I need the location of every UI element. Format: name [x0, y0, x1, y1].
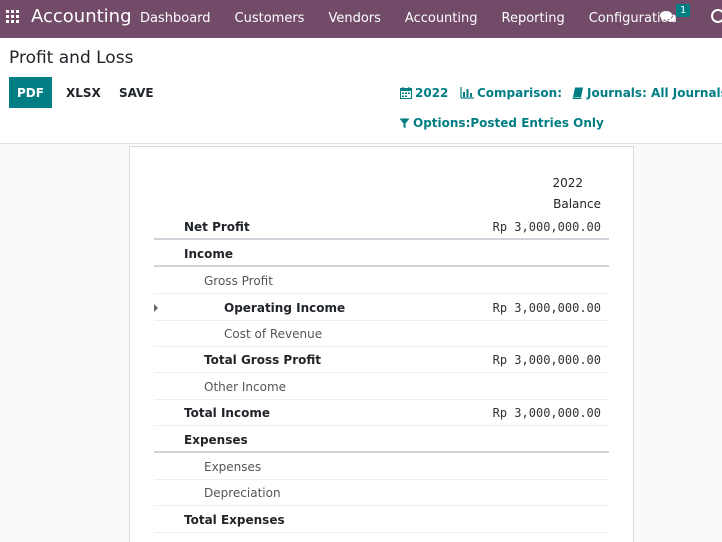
row-total-expenses: Total Expenses	[154, 507, 609, 533]
row-total-income: Total Income Rp 3,000,000.00	[154, 400, 609, 426]
apps-menu-icon[interactable]	[6, 10, 19, 23]
row-expenses-header: Expenses	[154, 427, 609, 453]
options-filter-label: Options:Posted Entries Only	[413, 116, 604, 130]
row-label: Gross Profit	[204, 274, 273, 288]
comparison-filter[interactable]: Comparison:	[460, 86, 562, 100]
menu-vendors[interactable]: Vendors	[316, 0, 392, 38]
top-navbar: Accounting Dashboard Customers Vendors A…	[0, 0, 722, 38]
chat-icon[interactable]	[659, 10, 676, 24]
row-label: Expenses	[204, 460, 262, 474]
row-operating-income[interactable]: Operating Income Rp 3,000,000.00	[154, 295, 609, 321]
row-label: Total Income	[184, 406, 270, 420]
row-depreciation: Depreciation	[154, 480, 609, 506]
row-label: Operating Income	[224, 301, 346, 315]
menu-accounting[interactable]: Accounting	[393, 0, 490, 38]
activity-clock-icon[interactable]	[711, 9, 722, 23]
row-total-gross-profit: Total Gross Profit Rp 3,000,000.00	[154, 347, 609, 373]
row-cost-of-revenue: Cost of Revenue	[154, 321, 609, 347]
row-label: Total Gross Profit	[204, 353, 322, 367]
expand-caret-icon[interactable]	[154, 304, 158, 312]
row-value[interactable]: Rp 3,000,000.00	[493, 400, 601, 426]
journals-filter-label: Journals: All Journals	[587, 86, 722, 100]
save-button[interactable]: SAVE	[119, 77, 154, 108]
row-value[interactable]: Rp 3,000,000.00	[493, 347, 601, 373]
app-brand[interactable]: Accounting	[31, 5, 132, 29]
row-net-profit: Net Profit Rp 3,000,000.00	[154, 214, 609, 240]
menu-reporting[interactable]: Reporting	[490, 0, 577, 38]
row-label: Net Profit	[184, 220, 250, 234]
row-gross-profit: Gross Profit	[154, 268, 609, 294]
main-menu: Dashboard Customers Vendors Accounting R…	[128, 0, 689, 38]
menu-customers[interactable]: Customers	[223, 0, 317, 38]
row-label: Cost of Revenue	[224, 327, 323, 341]
row-label: Expenses	[184, 433, 248, 447]
row-income: Income	[154, 241, 609, 267]
row-expenses: Expenses	[154, 454, 609, 480]
row-label: Depreciation	[204, 486, 281, 500]
row-value[interactable]: Rp 3,000,000.00	[493, 295, 601, 321]
pdf-button[interactable]: PDF	[9, 77, 52, 108]
chat-badge: 1	[676, 4, 691, 17]
row-other-income: Other Income	[154, 374, 609, 400]
page-title: Profit and Loss	[9, 48, 134, 68]
options-filter[interactable]: Options:Posted Entries Only	[399, 116, 604, 130]
row-label: Other Income	[204, 380, 287, 394]
row-label: Income	[184, 247, 234, 261]
filter-icon	[399, 118, 410, 128]
control-panel: Profit and Loss PDF XLSX SAVE 2022 Compa…	[0, 38, 722, 144]
comparison-filter-label: Comparison:	[477, 86, 563, 100]
column-year: 2022	[552, 176, 583, 190]
row-value[interactable]: Rp 3,000,000.00	[493, 214, 601, 240]
journals-filter[interactable]: Journals: All Journals	[572, 86, 722, 100]
book-icon	[572, 87, 583, 99]
xlsx-button[interactable]: XLSX	[66, 77, 101, 108]
report-sheet: 2022 Balance Net Profit Rp 3,000,000.00 …	[129, 146, 634, 542]
row-label: Total Expenses	[184, 513, 285, 527]
bar-chart-icon	[460, 87, 474, 99]
date-filter-label: 2022	[415, 86, 449, 100]
date-filter[interactable]: 2022	[400, 86, 448, 100]
column-balance-header: Balance	[553, 197, 601, 211]
menu-dashboard[interactable]: Dashboard	[128, 0, 223, 38]
calendar-icon	[400, 87, 412, 99]
